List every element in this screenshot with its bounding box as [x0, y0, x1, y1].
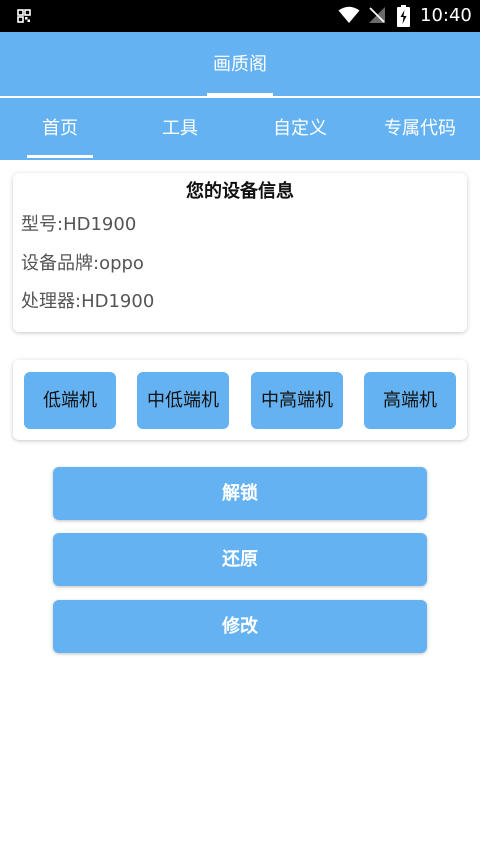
modify-button[interactable]: 修改	[53, 600, 427, 653]
wifi-icon	[338, 6, 360, 23]
title-underline	[207, 93, 273, 96]
high-end-button[interactable]: 高端机	[364, 372, 456, 429]
tab-custom[interactable]: 自定义	[240, 98, 360, 160]
status-bar: 10:40	[0, 0, 480, 32]
unlock-button[interactable]: 解锁	[53, 467, 427, 520]
tab-exclusive-code[interactable]: 专属代码	[360, 98, 480, 160]
tab-home[interactable]: 首页	[0, 98, 120, 160]
battery-charging-icon	[397, 5, 410, 27]
app-header: 画质阁	[0, 32, 480, 96]
qr-scan-icon	[17, 9, 31, 23]
tab-bar: 首页 工具 自定义 专属代码	[0, 98, 480, 160]
restore-button[interactable]: 还原	[53, 533, 427, 586]
device-brand: 设备品牌:oppo	[21, 253, 144, 274]
tab-tools[interactable]: 工具	[120, 98, 240, 160]
device-info-title: 您的设备信息	[186, 181, 294, 202]
mid-high-end-button[interactable]: 中高端机	[251, 372, 343, 429]
device-tier-card: 低端机 中低端机 中高端机 高端机	[13, 360, 467, 440]
no-signal-icon	[369, 7, 385, 23]
mid-low-end-button[interactable]: 中低端机	[137, 372, 229, 429]
status-time: 10:40	[420, 5, 472, 26]
tab-indicator	[27, 155, 93, 158]
device-processor: 处理器:HD1900	[21, 291, 155, 312]
device-model: 型号:HD1900	[21, 214, 137, 235]
low-end-button[interactable]: 低端机	[24, 372, 116, 429]
device-info-card: 您的设备信息 型号:HD1900 设备品牌:oppo 处理器:HD1900	[13, 173, 467, 332]
app-title: 画质阁	[213, 54, 267, 75]
